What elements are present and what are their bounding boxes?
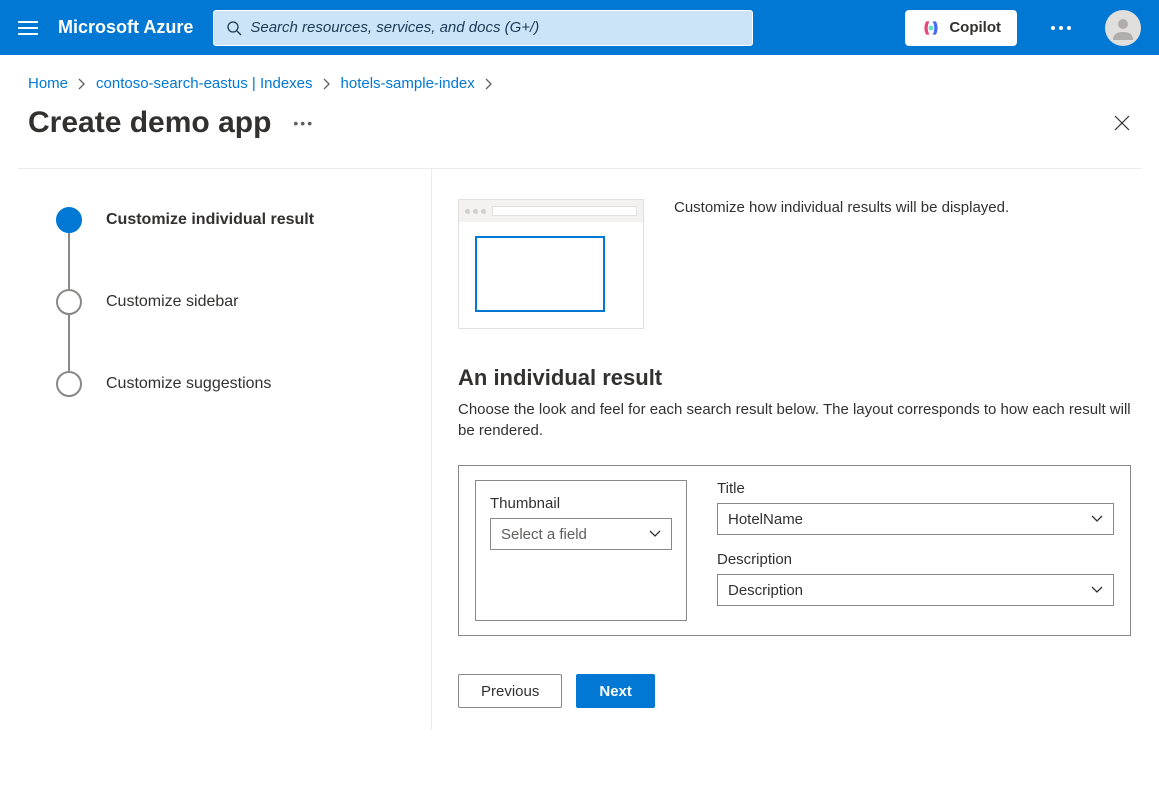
thumbnail-label: Thumbnail — [490, 495, 672, 512]
search-icon — [226, 20, 242, 36]
previous-button[interactable]: Previous — [458, 674, 562, 708]
select-value: HotelName — [728, 511, 803, 528]
select-value: Description — [728, 582, 803, 599]
copilot-button[interactable]: Copilot — [905, 10, 1017, 46]
more-icon[interactable] — [1037, 26, 1085, 30]
chevron-down-icon — [649, 530, 661, 538]
breadcrumb: Home contoso-search-eastus | Indexes hot… — [0, 55, 1159, 106]
description-select[interactable]: Description — [717, 574, 1114, 606]
description-label: Description — [717, 551, 1114, 568]
close-icon[interactable] — [1113, 114, 1131, 132]
top-bar: Microsoft Azure Copilot — [0, 0, 1159, 55]
global-search[interactable] — [213, 10, 753, 46]
step-content: Customize how individual results will be… — [432, 169, 1159, 730]
thumbnail-box: Thumbnail Select a field — [475, 480, 687, 621]
step-label: Customize sidebar — [106, 293, 239, 311]
chevron-right-icon — [323, 78, 331, 90]
step-individual-result[interactable]: Customize individual result — [56, 207, 405, 233]
avatar[interactable] — [1105, 10, 1141, 46]
breadcrumb-item[interactable]: contoso-search-eastus | Indexes — [96, 75, 313, 92]
brand[interactable]: Microsoft Azure — [58, 17, 193, 38]
page-header: Create demo app ••• — [0, 106, 1159, 168]
user-icon — [1109, 14, 1137, 42]
chevron-right-icon — [485, 78, 493, 90]
wizard-footer: Previous Next — [458, 636, 1131, 730]
title-select[interactable]: HotelName — [717, 503, 1114, 535]
search-input[interactable] — [250, 19, 740, 36]
step-connector — [68, 233, 70, 289]
breadcrumb-item[interactable]: hotels-sample-index — [341, 75, 475, 92]
result-preview-illustration — [458, 199, 644, 329]
result-layout-card: Thumbnail Select a field Title HotelName… — [458, 465, 1131, 636]
button-label: Previous — [481, 683, 539, 700]
menu-icon[interactable] — [18, 21, 38, 35]
intro-text: Customize how individual results will be… — [674, 199, 1131, 329]
breadcrumb-item[interactable]: Home — [28, 75, 68, 92]
next-button[interactable]: Next — [576, 674, 655, 708]
chevron-down-icon — [1091, 515, 1103, 523]
page-title: Create demo app — [28, 106, 271, 140]
title-more-icon[interactable]: ••• — [293, 115, 314, 131]
chevron-right-icon — [78, 78, 86, 90]
wizard-steps: Customize individual result Customize si… — [0, 169, 432, 730]
step-label: Customize individual result — [106, 211, 314, 229]
step-label: Customize suggestions — [106, 375, 271, 393]
copilot-icon — [921, 18, 941, 38]
chevron-down-icon — [1091, 586, 1103, 594]
section-title: An individual result — [458, 365, 1131, 391]
thumbnail-select[interactable]: Select a field — [490, 518, 672, 550]
button-label: Next — [599, 683, 632, 700]
step-circle-icon — [56, 371, 82, 397]
section-description: Choose the look and feel for each search… — [458, 399, 1131, 441]
step-circle-icon — [56, 289, 82, 315]
copilot-label: Copilot — [949, 19, 1001, 36]
step-circle-icon — [56, 207, 82, 233]
title-label: Title — [717, 480, 1114, 497]
step-sidebar[interactable]: Customize sidebar — [56, 289, 405, 315]
step-suggestions[interactable]: Customize suggestions — [56, 371, 405, 397]
select-value: Select a field — [501, 526, 587, 543]
step-connector — [68, 315, 70, 371]
